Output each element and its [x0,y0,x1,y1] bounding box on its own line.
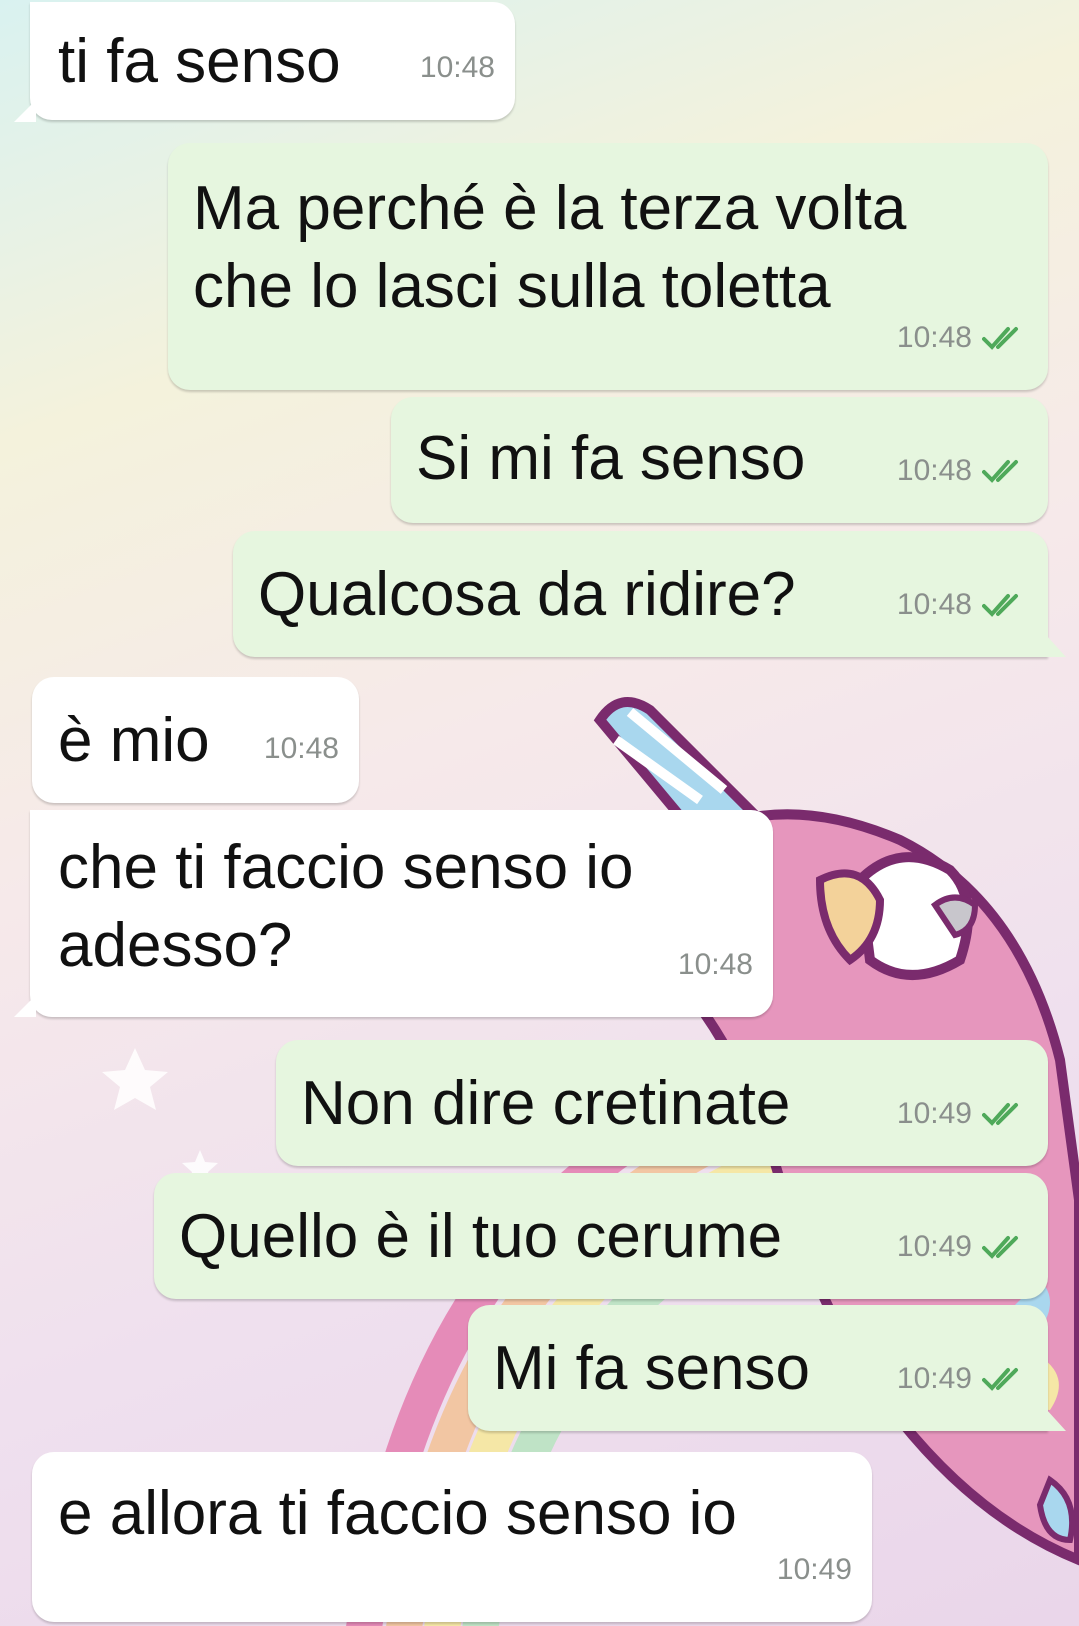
message-meta: 10:48 [897,298,1028,378]
message-meta: 10:48 [897,431,1028,511]
message-text: Si mi fa senso [416,424,806,493]
read-double-tick-icon [982,594,1018,617]
message-time: 10:48 [419,51,495,84]
message-text-line-1: Ma perché è la terza volta [193,174,907,243]
message-text: è mio [58,706,210,775]
read-double-tick-icon [982,327,1018,350]
incoming-message[interactable]: è mio 10:48 [32,677,359,803]
message-meta: 10:49 [897,1207,1028,1287]
outgoing-message[interactable]: Quello è il tuo cerume 10:49 [154,1173,1048,1299]
message-time: 10:49 [896,1362,972,1395]
message-text: Quello è il tuo cerume [179,1202,783,1271]
outgoing-message[interactable]: Mi fa senso 10:49 [468,1305,1048,1431]
message-text: Qualcosa da ridire? [258,560,796,629]
conversation-list[interactable]: ti fa senso 10:48 Ma perché è la terza v… [0,0,1079,1626]
message-time: 10:48 [896,321,972,354]
message-text-line-2: che lo lasci sulla toletta [193,252,831,321]
message-meta: 10:49 [897,1074,1028,1154]
message-text: Mi fa senso [493,1334,811,1403]
message-text: e allora ti faccio senso io [58,1479,737,1548]
message-time: 10:48 [896,454,972,487]
read-double-tick-icon [982,1368,1018,1391]
message-meta: 10:49 [897,1339,1028,1419]
outgoing-message[interactable]: Non dire cretinate 10:49 [276,1040,1048,1166]
bubble-tail-icon [14,100,36,122]
bubble-tail-icon [1046,1409,1066,1431]
message-time: 10:48 [896,588,972,621]
outgoing-message[interactable]: Si mi fa senso 10:48 [391,397,1048,523]
incoming-message[interactable]: che ti faccio senso io adesso? 10:48 [30,810,773,1017]
outgoing-message[interactable]: Qualcosa da ridire? 10:48 [233,531,1048,657]
outgoing-message[interactable]: Ma perché è la terza volta che lo lasci … [168,143,1048,390]
bubble-tail-icon [14,995,36,1017]
bubble-tail-icon [1046,635,1066,657]
message-meta: 10:48 [897,565,1028,645]
incoming-message[interactable]: ti fa senso 10:48 [30,2,515,120]
read-double-tick-icon [982,1103,1018,1126]
message-text: Non dire cretinate [301,1069,791,1138]
message-time: 10:48 [263,732,339,765]
message-time: 10:49 [896,1230,972,1263]
read-double-tick-icon [982,460,1018,483]
incoming-message[interactable]: e allora ti faccio senso io 10:49 [32,1452,872,1622]
message-time: 10:49 [896,1097,972,1130]
read-double-tick-icon [982,1236,1018,1259]
message-text: ti fa senso [58,27,341,96]
message-time: 10:49 [776,1553,852,1586]
message-text-line-2: adesso? [58,911,293,980]
message-text-line-1: che ti faccio senso io [58,833,634,902]
message-time: 10:48 [677,948,753,981]
